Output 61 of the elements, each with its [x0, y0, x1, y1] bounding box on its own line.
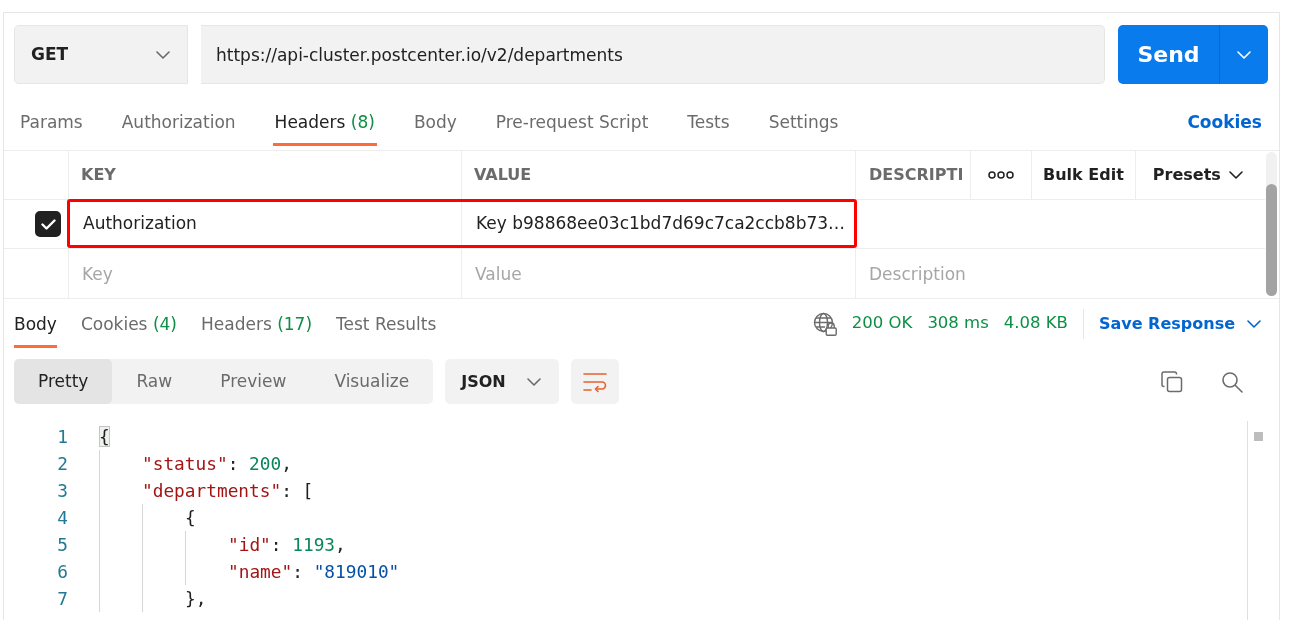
code-line: "name": "819010" [228, 560, 400, 584]
line-number: 2 [57, 453, 68, 474]
method-select[interactable]: GET [14, 25, 188, 84]
header-checkbox[interactable] [35, 211, 61, 237]
chevron-down-icon [1228, 171, 1243, 179]
scrollbar-thumb[interactable] [1266, 184, 1277, 296]
value-input[interactable]: Value [462, 249, 856, 298]
ellipsis-icon [988, 171, 1014, 179]
url-input[interactable]: https://api-cluster.postcenter.io/v2/departments [201, 25, 1105, 84]
request-tab[interactable]: Params [18, 100, 85, 146]
chevron-down-icon [156, 50, 170, 59]
request-tab[interactable]: Pre-request Script [493, 100, 651, 146]
code-line: "status": 200, [142, 452, 292, 476]
request-tab[interactable]: Settings [766, 100, 841, 146]
line-number: 1 [57, 426, 68, 447]
response-tab[interactable]: Test Results [336, 302, 437, 348]
view-mode-tab[interactable]: Preview [196, 359, 311, 404]
code-line: { [185, 506, 196, 530]
globe-lock-icon [812, 311, 837, 336]
search-icon[interactable] [1220, 369, 1244, 394]
chevron-down-icon [1247, 319, 1261, 328]
code-line: "departments": [ [142, 479, 314, 503]
code-line: }, [185, 587, 207, 611]
request-tab[interactable]: Tests [685, 100, 732, 146]
column-header: VALUE [462, 151, 856, 199]
request-tab[interactable]: Body [411, 100, 459, 146]
key-input[interactable]: Key [69, 249, 462, 298]
response-tab[interactable]: Headers (17) [201, 302, 313, 348]
cookies-link[interactable]: Cookies [1187, 110, 1262, 134]
view-mode-tab[interactable]: Pretty [14, 359, 113, 404]
chevron-down-icon [1237, 50, 1251, 59]
presets-button[interactable]: Presets [1135, 151, 1266, 199]
scroll-marker-icon [1254, 431, 1263, 441]
view-mode-tab[interactable]: Visualize [310, 359, 434, 404]
line-number: 4 [57, 507, 68, 528]
request-tab[interactable]: Authorization [119, 100, 238, 146]
table-cell: Key b98868ee03c1bd7d69c7ca2ccb8b73… [462, 200, 856, 248]
chevron-down-icon [527, 377, 542, 386]
response-tab[interactable]: Body [14, 302, 57, 348]
code-line: "id": 1193, [228, 533, 346, 557]
response-size-text: 4.08 KB [1003, 312, 1068, 335]
format-select[interactable]: JSON [445, 359, 560, 404]
status-code-text: 200 OK [851, 312, 913, 335]
response-time-text: 308 ms [927, 312, 989, 335]
line-number: 7 [57, 588, 68, 609]
description-input[interactable]: Description [856, 249, 1265, 298]
response-tab[interactable]: Cookies (4) [80, 302, 177, 348]
line-number: 3 [57, 480, 68, 501]
line-number: 6 [57, 561, 68, 582]
line-number: 5 [57, 534, 68, 555]
column-header: KEY [69, 151, 462, 199]
request-tab[interactable]: Headers (8) [272, 100, 377, 146]
table-cell: Authorization [69, 200, 462, 248]
copy-icon[interactable] [1160, 369, 1184, 394]
bulk-edit-button[interactable]: Bulk Edit [1032, 151, 1136, 199]
view-mode-tab[interactable]: Raw [112, 359, 197, 404]
send-button[interactable]: Send [1118, 25, 1220, 84]
wrap-button[interactable] [571, 359, 620, 404]
save-response-button[interactable]: Save Response [1098, 311, 1261, 336]
column-header: DESCRIPTI [856, 151, 971, 199]
check-icon [40, 218, 56, 230]
